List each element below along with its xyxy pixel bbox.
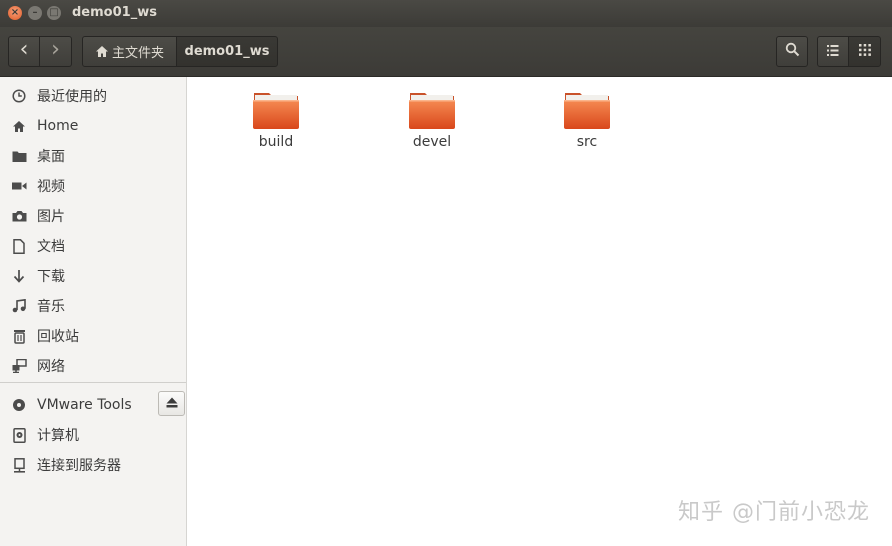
chevron-left-icon: ‹ [19,37,29,62]
sidebar-item-label: 计算机 [37,428,79,444]
sidebar-item-label: 音乐 [37,299,65,315]
maximize-window-button[interactable]: □ [47,6,61,20]
sidebar-item-desktop[interactable]: 桌面 [0,141,186,171]
folder-label: build [258,134,294,150]
sidebar-item-downloads[interactable]: 下载 [0,261,186,291]
sidebar-item-music[interactable]: 音乐 [0,291,186,321]
sidebar-item-vmware-tools[interactable]: VMware Tools [0,390,155,420]
sidebar-item-pictures[interactable]: 图片 [0,201,186,231]
network-icon [10,359,28,373]
folder-item-src[interactable]: src [542,90,632,160]
folder-icon [563,90,611,130]
folder-icon [408,90,456,130]
sidebar-item-trash[interactable]: 回收站 [0,321,186,351]
title-bar: × – □ demo01_ws [0,0,892,27]
computer-icon [10,427,28,443]
clock-icon [10,89,28,103]
sidebar-item-label: 网络 [37,359,65,375]
file-view: build devel src [188,77,892,546]
video-icon [10,181,28,191]
music-icon [10,299,28,313]
list-view-icon [827,44,839,60]
sidebar-item-label: 最近使用的 [37,89,107,105]
breadcrumb-current[interactable]: demo01_ws [176,36,278,67]
download-icon [10,269,28,284]
sidebar: 最近使用的 Home 桌面 视频 图片 文档 下载 音乐 回收站 网络 VMwa… [0,77,187,546]
sidebar-item-computer[interactable]: 计算机 [0,420,186,450]
breadcrumb-home-label: 主文件夹 [111,46,164,61]
sidebar-item-network[interactable]: 网络 [0,351,186,381]
window-title: demo01_ws [72,5,157,20]
desktop-folder-icon [10,150,28,163]
sidebar-item-label: 桌面 [37,149,65,165]
sidebar-item-label: 连接到服务器 [37,458,121,474]
search-icon [785,42,800,61]
sidebar-item-label: 回收站 [37,329,79,345]
home-icon [10,120,28,133]
sidebar-item-home[interactable]: Home [0,111,186,141]
breadcrumb-current-label: demo01_ws [184,44,270,59]
sidebar-item-label: 图片 [37,209,65,225]
folder-item-build[interactable]: build [231,90,321,160]
toolbar: ‹ › 主文件夹 demo01_ws [0,27,892,77]
disc-icon [10,398,28,412]
folder-label: src [576,134,598,150]
grid-view-button[interactable] [848,36,881,67]
folder-item-devel[interactable]: devel [387,90,477,160]
forward-button[interactable]: › [39,36,72,67]
sidebar-divider [0,382,186,383]
sidebar-item-videos[interactable]: 视频 [0,171,186,201]
eject-icon [166,397,178,411]
home-icon [95,45,109,58]
server-icon [10,457,28,473]
trash-icon [10,329,28,344]
sidebar-item-label: VMware Tools [37,397,132,413]
back-button[interactable]: ‹ [8,36,40,67]
eject-button[interactable] [158,391,185,416]
sidebar-item-label: 文档 [37,239,65,255]
close-window-button[interactable]: × [8,6,22,20]
folder-label: devel [412,134,452,150]
minimize-window-button[interactable]: – [28,6,42,20]
document-icon [10,238,28,254]
sidebar-item-label: Home [37,118,79,134]
sidebar-item-label: 下载 [37,269,65,285]
search-button[interactable] [776,36,808,67]
sidebar-item-documents[interactable]: 文档 [0,231,186,261]
breadcrumb-home[interactable]: 主文件夹 [82,36,177,67]
camera-icon [10,210,28,222]
list-view-button[interactable] [817,36,849,67]
sidebar-item-connect-server[interactable]: 连接到服务器 [0,450,186,480]
watermark-text: 知乎 @门前小恐龙 [678,500,870,525]
chevron-right-icon: › [51,37,60,62]
sidebar-item-label: 视频 [37,179,65,195]
grid-view-icon [858,43,871,60]
sidebar-item-recent[interactable]: 最近使用的 [0,81,186,111]
folder-icon [252,90,300,130]
